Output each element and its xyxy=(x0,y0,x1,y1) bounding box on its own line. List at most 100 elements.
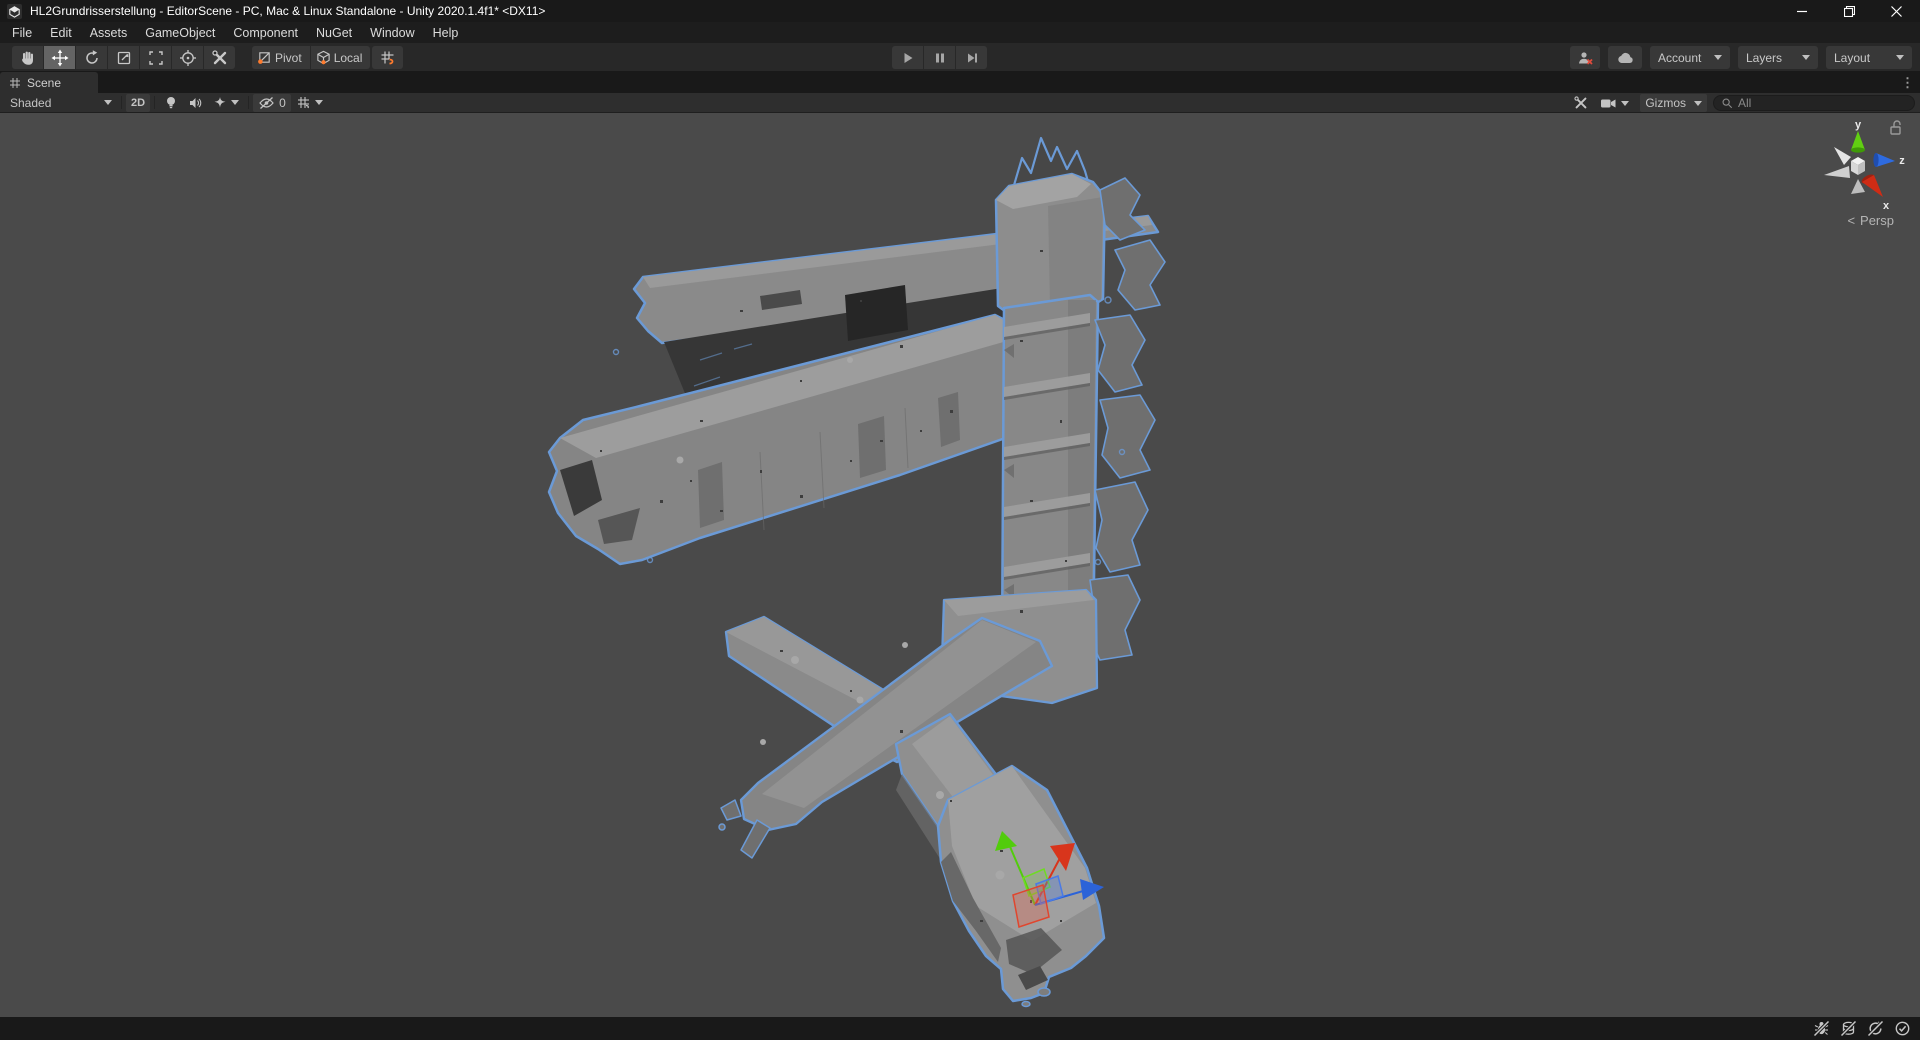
step-button[interactable] xyxy=(956,46,987,69)
hand-tool-button[interactable] xyxy=(12,46,43,69)
pivot-label: Pivot xyxy=(275,51,302,65)
cache-server-disabled-icon[interactable] xyxy=(1840,1020,1857,1037)
play-icon xyxy=(900,50,916,66)
menu-help[interactable]: Help xyxy=(424,22,468,43)
scene-viewport[interactable]: y z x < Persp xyxy=(0,113,1920,1017)
scene-grid-toggle[interactable] xyxy=(291,94,328,112)
chevron-down-icon xyxy=(1802,55,1810,60)
separator xyxy=(121,96,122,109)
projection-arrow: < xyxy=(1847,213,1855,228)
pivot-icon xyxy=(257,50,272,65)
scene-effects-button[interactable] xyxy=(208,94,244,112)
scene-camera-dropdown[interactable] xyxy=(1595,94,1634,112)
menu-window[interactable]: Window xyxy=(361,22,423,43)
handle-settings-group: Pivot Local xyxy=(252,46,370,69)
axis-x-label: x xyxy=(1883,200,1890,212)
toolbar-right-group: Account Layers Layout xyxy=(1570,46,1912,69)
collab-icon xyxy=(1576,49,1594,67)
debugger-disconnected-icon[interactable] xyxy=(1813,1020,1830,1037)
layers-dropdown[interactable]: Layers xyxy=(1738,46,1818,69)
move-tool-button[interactable] xyxy=(44,46,75,69)
chevron-down-icon xyxy=(1621,101,1629,106)
menu-edit[interactable]: Edit xyxy=(41,22,81,43)
activity-ok-icon[interactable] xyxy=(1894,1020,1911,1037)
scanned-mesh-canvas[interactable] xyxy=(0,113,1920,1017)
custom-tool-button[interactable] xyxy=(204,46,235,69)
scene-visibility-toggle[interactable]: 0 xyxy=(253,94,291,112)
local-toggle-button[interactable]: Local xyxy=(311,46,371,69)
separator xyxy=(154,96,155,109)
layout-dropdown[interactable]: Layout xyxy=(1826,46,1912,69)
grid-toggle-icon xyxy=(296,95,311,110)
scale-tool-button[interactable] xyxy=(108,46,139,69)
scene-tab-bar: Scene ⋮ xyxy=(0,72,1920,93)
chevron-down-icon xyxy=(315,100,323,105)
effects-star-icon xyxy=(213,96,227,110)
draw-mode-dropdown[interactable]: Shaded xyxy=(5,94,117,112)
eye-slash-icon xyxy=(258,96,275,110)
transform-tool-button[interactable] xyxy=(172,46,203,69)
view-options-icon[interactable] xyxy=(1573,95,1589,111)
tab-scene[interactable]: Scene xyxy=(0,72,98,93)
gizmos-dropdown[interactable]: Gizmos xyxy=(1640,94,1707,112)
chevron-down-icon xyxy=(231,100,239,105)
menu-assets[interactable]: Assets xyxy=(81,22,137,43)
tab-options-icon[interactable]: ⋮ xyxy=(1901,72,1914,93)
pause-button[interactable] xyxy=(924,46,955,69)
play-controls-group xyxy=(892,46,987,69)
pause-icon xyxy=(932,50,948,66)
scene-audio-button[interactable] xyxy=(183,94,208,112)
minimize-button[interactable] xyxy=(1779,0,1826,22)
chevron-down-icon xyxy=(104,100,112,105)
scene-toolbar-right: Gizmos All xyxy=(1573,93,1915,113)
cloud-button[interactable] xyxy=(1608,46,1642,69)
scene-search-field[interactable]: All xyxy=(1713,95,1915,111)
grid-icon xyxy=(9,77,21,89)
audio-icon xyxy=(188,96,203,110)
local-icon xyxy=(316,50,331,65)
draw-mode-label: Shaded xyxy=(10,96,51,110)
axis-y-label: y xyxy=(1855,119,1862,131)
gizmos-label: Gizmos xyxy=(1645,96,1686,110)
menu-nuget[interactable]: NuGet xyxy=(307,22,361,43)
toggle-2d-button[interactable]: 2D xyxy=(126,94,150,112)
menu-file[interactable]: File xyxy=(3,22,41,43)
pivot-toggle-button[interactable]: Pivot xyxy=(252,46,310,69)
auto-refresh-disabled-icon[interactable] xyxy=(1867,1020,1884,1037)
step-icon xyxy=(964,50,980,66)
restore-button[interactable] xyxy=(1826,0,1873,22)
menu-component[interactable]: Component xyxy=(224,22,307,43)
main-toolbar: Pivot Local xyxy=(0,43,1920,72)
menu-bar: File Edit Assets GameObject Component Nu… xyxy=(0,22,1920,43)
close-button[interactable] xyxy=(1873,0,1920,22)
account-label: Account xyxy=(1658,51,1701,65)
move-icon xyxy=(51,49,69,67)
rotate-tool-button[interactable] xyxy=(76,46,107,69)
rotate-icon xyxy=(83,49,101,67)
custom-tool-icon xyxy=(211,49,229,67)
projection-mode-label[interactable]: < Persp xyxy=(1847,213,1894,228)
window-titlebar: HL2Grundrisserstellung - EditorScene - P… xyxy=(0,0,1920,22)
scale-icon xyxy=(115,49,133,67)
account-dropdown[interactable]: Account xyxy=(1650,46,1730,69)
window-title: HL2Grundrisserstellung - EditorScene - P… xyxy=(30,4,545,18)
orientation-gizmo[interactable]: y z x xyxy=(1806,117,1910,217)
scene-lighting-button[interactable] xyxy=(159,94,183,112)
chevron-down-icon xyxy=(1714,55,1722,60)
projection-text: Persp xyxy=(1860,213,1894,228)
search-icon xyxy=(1721,97,1733,109)
layers-label: Layers xyxy=(1746,51,1782,65)
play-button[interactable] xyxy=(892,46,923,69)
transform-icon xyxy=(179,49,197,67)
rect-tool-button[interactable] xyxy=(140,46,171,69)
cloud-icon xyxy=(1616,50,1635,66)
grid-snap-button[interactable] xyxy=(372,46,403,69)
lock-icon[interactable] xyxy=(1891,121,1900,134)
tab-scene-label: Scene xyxy=(27,76,61,90)
layout-label: Layout xyxy=(1834,51,1870,65)
menu-gameobject[interactable]: GameObject xyxy=(136,22,224,43)
grid-snap-group xyxy=(372,46,403,69)
local-label: Local xyxy=(334,51,363,65)
search-value: All xyxy=(1738,96,1751,110)
collab-button[interactable] xyxy=(1570,46,1600,69)
